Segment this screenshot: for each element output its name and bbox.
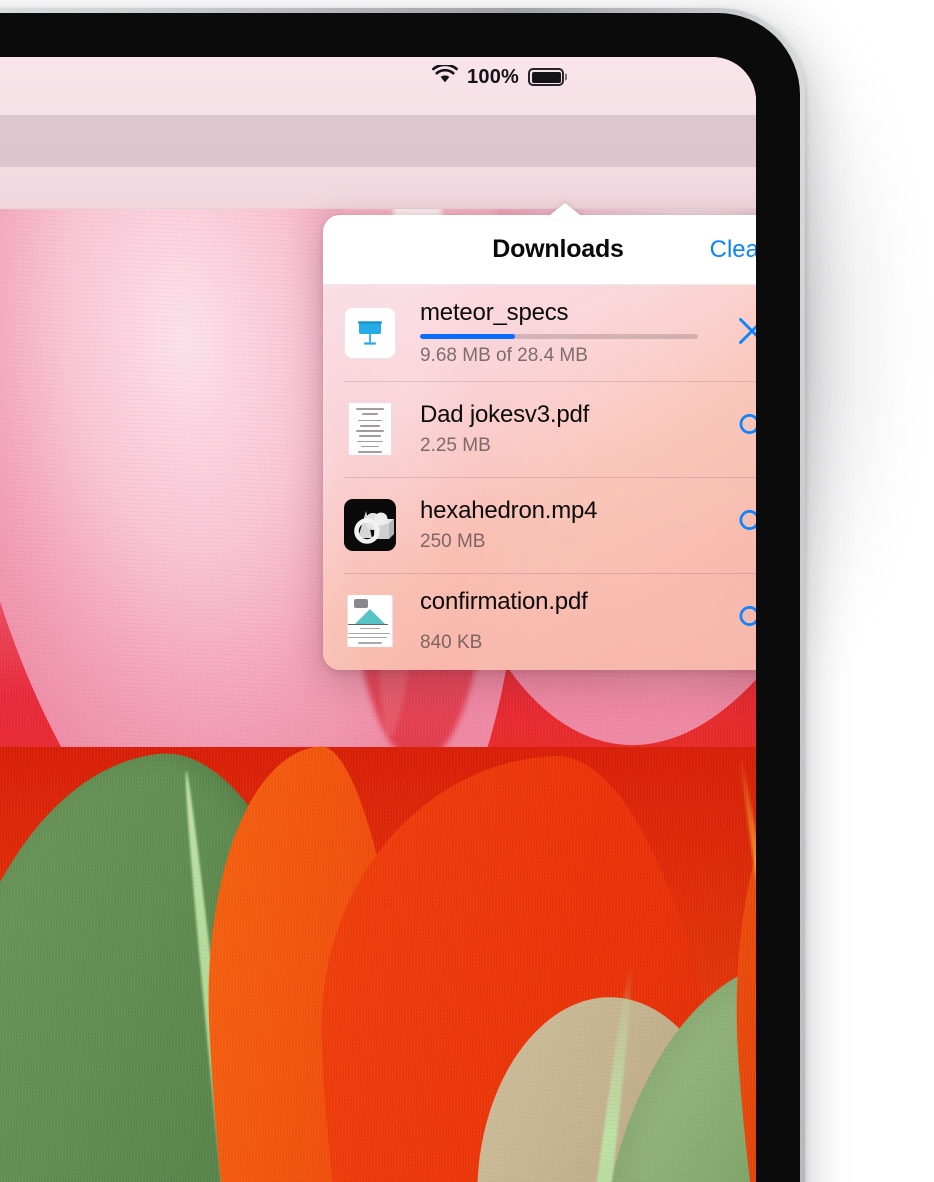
download-status: 2.25 MB [420,435,491,456]
reveal-download-button[interactable] [711,506,756,545]
download-info: hexahedron.mp4 250 MB [396,497,711,553]
safari-chrome: 100% [0,57,756,209]
reveal-magnifier-icon [735,602,756,641]
cancel-download-button[interactable] [711,313,756,354]
download-row[interactable]: Dad jokesv3.pdf 2.25 MB [323,381,756,477]
download-status: 250 MB [420,531,486,552]
status-bar: 100% [0,57,756,97]
cancel-x-icon [734,313,756,354]
keynote-presentation-icon [344,307,396,359]
device-screen: 100% Downloads Clea meteor_specs 9.68 MB… [0,57,756,1182]
popover-title: Downloads [492,235,624,263]
quicktime-3d-shapes-icon [344,499,396,551]
wifi-icon [432,63,458,89]
popover-pointer-arrow [545,203,585,219]
download-filename: Dad jokesv3.pdf [420,401,590,428]
screenshot-scene: 100% Downloads Clea meteor_specs 9.68 MB… [0,0,934,1182]
download-status: 9.68 MB of 28.4 MB [420,345,588,366]
reveal-magnifier-icon [735,410,756,449]
download-row[interactable]: confirmation.pdf 840 KB [323,573,756,669]
download-info: meteor_specs 9.68 MB of 28.4 MB [396,299,711,367]
reveal-download-button[interactable] [711,602,756,641]
clear-button[interactable]: Clear [710,236,756,264]
downloads-list: meteor_specs 9.68 MB of 28.4 MB Dad joke… [323,285,756,670]
reveal-magnifier-icon [735,506,756,545]
download-filename: hexahedron.mp4 [420,497,598,524]
download-info: Dad jokesv3.pdf 2.25 MB [396,401,711,457]
downloads-popover: Downloads Clear [323,215,756,670]
battery-full-icon [528,68,564,86]
download-filename: meteor_specs [420,299,569,326]
download-filename: confirmation.pdf [420,588,588,615]
download-row[interactable]: hexahedron.mp4 250 MB [323,477,756,573]
download-progress-bar [420,334,698,339]
popover-header: Downloads Clear [323,215,756,285]
device-bezel: 100% Downloads Clea meteor_specs 9.68 MB… [0,13,800,1182]
download-row[interactable]: meteor_specs 9.68 MB of 28.4 MB [323,285,756,381]
address-bar[interactable] [0,115,756,167]
safari-toolbar [0,103,756,177]
download-status: 840 KB [420,632,483,653]
download-info: confirmation.pdf 840 KB [396,588,711,654]
ipad-device: 100% Downloads Clea meteor_specs 9.68 MB… [0,8,805,1182]
pdf-text-document-thumbnail [344,403,396,455]
reveal-download-button[interactable] [711,410,756,449]
pdf-confirmation-thumbnail [344,595,396,647]
battery-percentage: 100% [467,65,519,88]
